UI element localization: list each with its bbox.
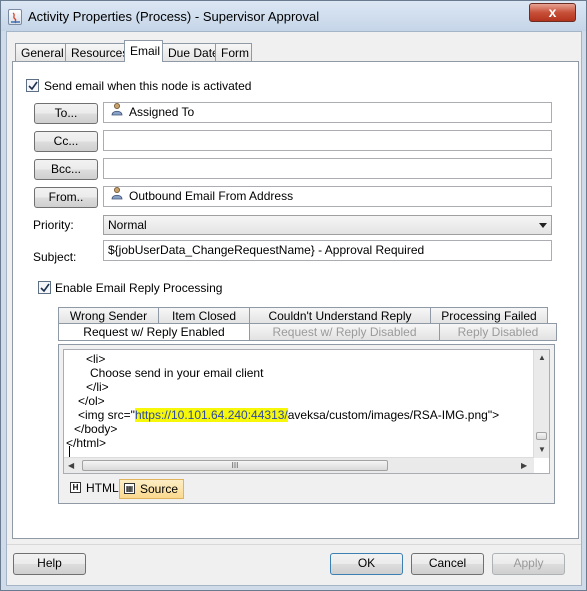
horizontal-scrollbar[interactable]: ◀ III ▶ <box>64 457 534 473</box>
vertical-scrollbar[interactable]: ▲ ▼ <box>533 350 549 458</box>
tab-due-date[interactable]: Due Date <box>162 43 219 62</box>
html-icon: H <box>70 482 81 494</box>
vertical-scroll-thumb[interactable] <box>536 432 547 440</box>
to-value: Assigned To <box>129 105 195 119</box>
person-icon <box>110 103 124 122</box>
dialog-window: Activity Properties (Process) - Supervis… <box>0 0 587 591</box>
tab-form[interactable]: Form <box>215 43 252 62</box>
code-line: </html> <box>66 436 107 450</box>
code-text: <img src=" <box>78 408 135 422</box>
cc-field[interactable] <box>103 130 552 151</box>
apply-button[interactable]: Apply <box>492 553 565 575</box>
code-line: </li> <box>86 380 109 394</box>
bcc-field[interactable] <box>103 158 552 179</box>
cancel-button[interactable]: Cancel <box>411 553 484 575</box>
dialog-client-area: General Resources Email Due Date Form Se… <box>6 31 582 586</box>
enable-reply-label: Enable Email Reply Processing <box>55 281 223 295</box>
bcc-button[interactable]: Bcc... <box>34 159 98 180</box>
send-email-checkbox[interactable] <box>26 79 39 92</box>
subtab-request-reply-disabled[interactable]: Request w/ Reply Disabled <box>249 323 440 341</box>
footer-divider <box>7 544 581 545</box>
enable-reply-checkbox[interactable] <box>38 281 51 294</box>
close-button[interactable]: x <box>529 3 576 22</box>
scroll-right-arrow-icon[interactable]: ▶ <box>521 461 527 471</box>
scroll-down-arrow-icon[interactable]: ▼ <box>538 445 546 455</box>
code-line: Choose send in your email client <box>90 366 264 380</box>
subtab-request-reply-enabled[interactable]: Request w/ Reply Enabled <box>58 323 250 341</box>
tab-email[interactable]: Email <box>124 40 163 62</box>
app-icon <box>8 9 22 25</box>
to-field[interactable]: Assigned To <box>103 102 552 123</box>
html-mode-label: HTML <box>86 481 119 495</box>
send-email-label: Send email when this node is activated <box>44 79 252 93</box>
tab-resources[interactable]: Resources <box>65 43 128 62</box>
code-line: <img src="https://10.101.64.240:44313/av… <box>78 408 499 422</box>
subject-field[interactable]: ${jobUserData_ChangeRequestName} - Appro… <box>103 240 552 261</box>
from-value: Outbound Email From Address <box>129 189 294 203</box>
source-mode-button[interactable]: ▦ Source <box>119 479 184 499</box>
from-button[interactable]: From.. <box>34 187 98 208</box>
code-line: <li> <box>86 352 106 366</box>
title-bar[interactable]: Activity Properties (Process) - Supervis… <box>1 1 586 31</box>
highlighted-url: https://10.101.64.240:44313/ <box>134 408 288 422</box>
cc-button[interactable]: Cc... <box>34 131 98 152</box>
horizontal-scroll-thumb[interactable]: III <box>82 460 388 471</box>
subject-label: Subject: <box>33 250 77 264</box>
chevron-down-icon <box>539 223 547 228</box>
priority-value: Normal <box>108 218 147 232</box>
code-line: </body> <box>74 422 118 436</box>
tab-general[interactable]: General <box>15 43 66 62</box>
subtab-reply-disabled[interactable]: Reply Disabled <box>439 323 557 341</box>
source-mode-label: Source <box>140 482 179 496</box>
window-title: Activity Properties (Process) - Supervis… <box>28 9 320 24</box>
code-text: aveksa/custom/images/RSA-IMG.png"> <box>287 408 500 422</box>
source-editor[interactable]: <li> Choose send in your email client </… <box>63 349 550 474</box>
scroll-up-arrow-icon[interactable]: ▲ <box>538 353 546 363</box>
from-field[interactable]: Outbound Email From Address <box>103 186 552 207</box>
priority-label: Priority: <box>33 218 74 232</box>
html-mode-button[interactable]: H HTML <box>66 479 121 499</box>
ok-button[interactable]: OK <box>330 553 403 575</box>
priority-select[interactable]: Normal <box>103 215 552 235</box>
scroll-left-arrow-icon[interactable]: ◀ <box>68 461 74 471</box>
help-button[interactable]: Help <box>13 553 86 575</box>
person-icon <box>110 187 124 206</box>
to-button[interactable]: To... <box>34 103 98 124</box>
editor-frame: <li> Choose send in your email client </… <box>58 344 555 504</box>
source-icon: ▦ <box>124 483 135 495</box>
code-line: </ol> <box>78 394 105 408</box>
